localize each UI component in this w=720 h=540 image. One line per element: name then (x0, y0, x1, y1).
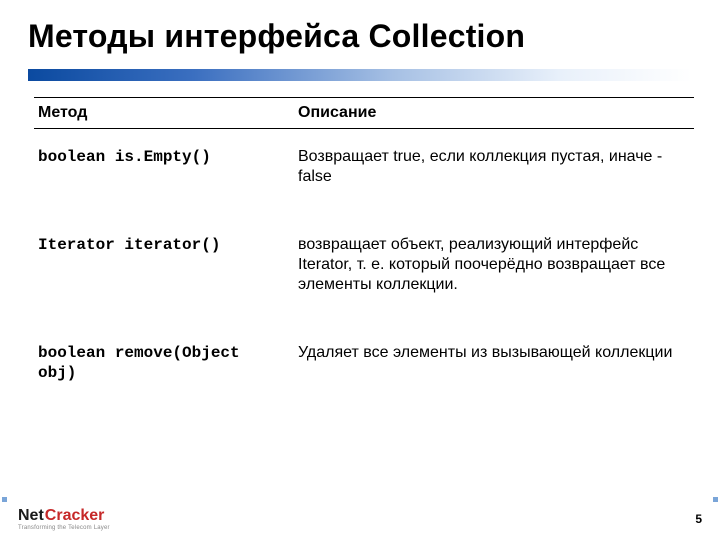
methods-table: Метод Описание boolean is.Empty() Возвра… (34, 97, 694, 413)
slide-title: Методы интерфейса Collection (28, 18, 692, 55)
decorative-dot (713, 497, 718, 502)
description-cell: возвращает объект, реализующий интерфейс… (294, 217, 694, 325)
table-header-row: Метод Описание (34, 98, 694, 129)
logo-tagline: Transforming the Telecom Layer (18, 525, 110, 531)
logo-text-net: Net (18, 508, 44, 524)
method-cell: boolean is.Empty() (34, 129, 294, 218)
table-row: Iterator iterator() возвращает объект, р… (34, 217, 694, 325)
method-cell: Iterator iterator() (34, 217, 294, 325)
page-number: 5 (695, 512, 702, 526)
table-row: boolean is.Empty() Возвращает true, если… (34, 129, 694, 218)
description-cell: Возвращает true, если коллекция пустая, … (294, 129, 694, 218)
decorative-dot (2, 497, 7, 502)
method-cell: boolean remove(Object obj) (34, 325, 294, 413)
logo: Net Cracker Transforming the Telecom Lay… (18, 508, 110, 531)
header-description: Описание (294, 98, 694, 129)
title-divider (28, 69, 692, 81)
footer: Net Cracker Transforming the Telecom Lay… (0, 504, 720, 540)
logo-text-cracker: Cracker (45, 508, 105, 524)
slide: Методы интерфейса Collection Метод Описа… (0, 0, 720, 540)
table-row: boolean remove(Object obj) Удаляет все э… (34, 325, 694, 413)
description-cell: Удаляет все элементы из вызывающей колле… (294, 325, 694, 413)
header-method: Метод (34, 98, 294, 129)
